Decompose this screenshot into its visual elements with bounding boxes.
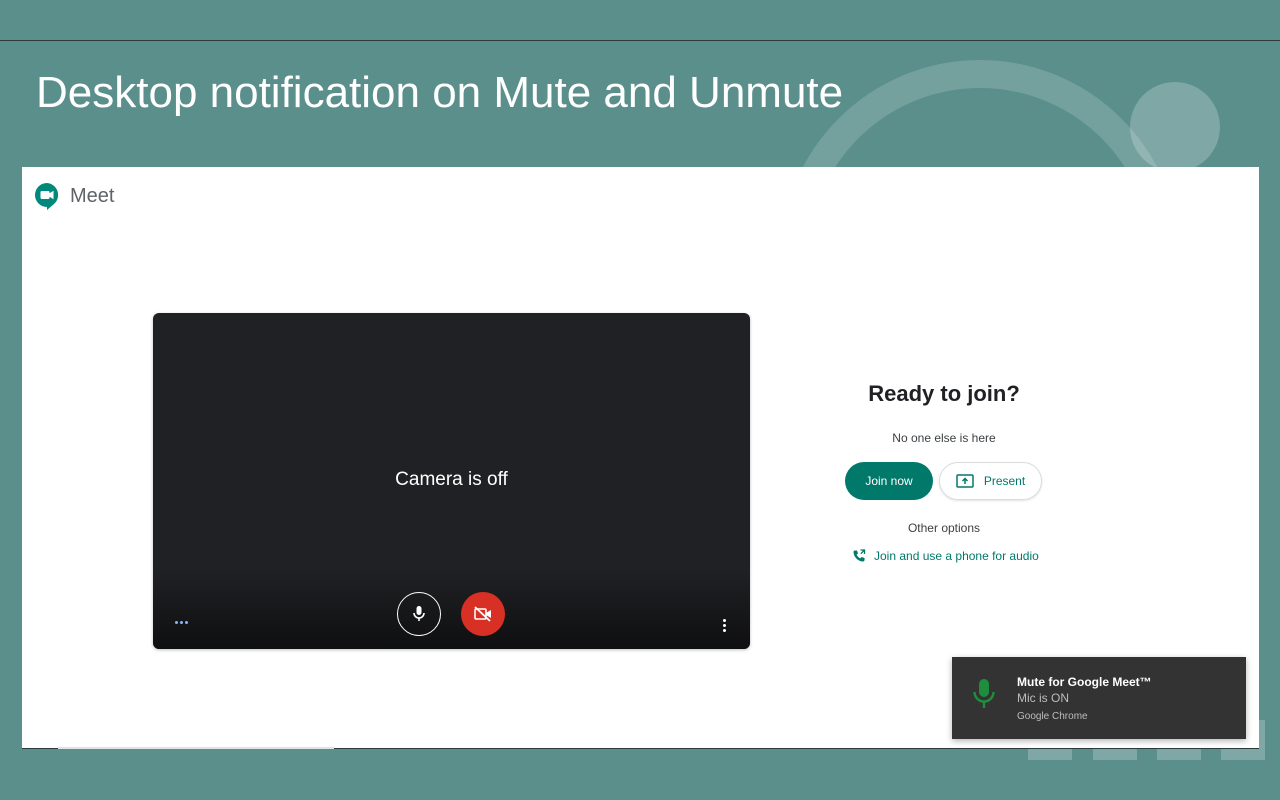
meet-logo-icon	[35, 183, 59, 210]
notification-source: Google Chrome	[1017, 711, 1088, 722]
present-button[interactable]: Present	[939, 462, 1042, 500]
present-screen-icon	[956, 474, 974, 488]
scrollbar-track[interactable]	[58, 747, 334, 749]
video-off-icon	[474, 606, 491, 622]
microphone-icon	[413, 606, 425, 621]
other-options-heading: Other options	[907, 521, 981, 535]
notification-body: Mic is ON	[1017, 691, 1069, 705]
meet-logo[interactable]: Meet	[34, 181, 114, 211]
present-label: Present	[983, 474, 1026, 488]
microphone-icon	[973, 679, 995, 708]
phone-forward-icon	[853, 549, 866, 562]
camera-toggle-button[interactable]	[461, 592, 505, 636]
top-divider	[0, 40, 1280, 41]
mic-toggle-button[interactable]	[397, 592, 441, 636]
camera-preview: Camera is off	[153, 313, 750, 649]
join-phone-audio-link[interactable]: Join and use a phone for audio	[852, 549, 1039, 563]
phone-audio-label: Join and use a phone for audio	[874, 549, 1039, 563]
audio-level-indicator	[175, 621, 188, 624]
more-vertical-icon[interactable]	[723, 619, 726, 632]
join-actions: Join now Present	[845, 462, 1042, 500]
desktop-notification[interactable]: Mute for Google Meet™ Mic is ON Google C…	[952, 657, 1246, 739]
join-panel: Ready to join? No one else is here Join …	[832, 381, 1056, 563]
slide-title: Desktop notification on Mute and Unmute	[36, 68, 844, 117]
preview-gradient	[153, 569, 750, 649]
join-now-button[interactable]: Join now	[845, 462, 933, 500]
join-title: Ready to join?	[868, 381, 1020, 406]
camera-status-text: Camera is off	[395, 469, 508, 490]
background-decoration-circle	[1130, 82, 1220, 172]
participants-status: No one else is here	[892, 431, 996, 445]
join-now-label: Join now	[865, 474, 913, 488]
meet-app-name: Meet	[70, 184, 115, 207]
notification-title: Mute for Google Meet™	[1017, 675, 1152, 689]
